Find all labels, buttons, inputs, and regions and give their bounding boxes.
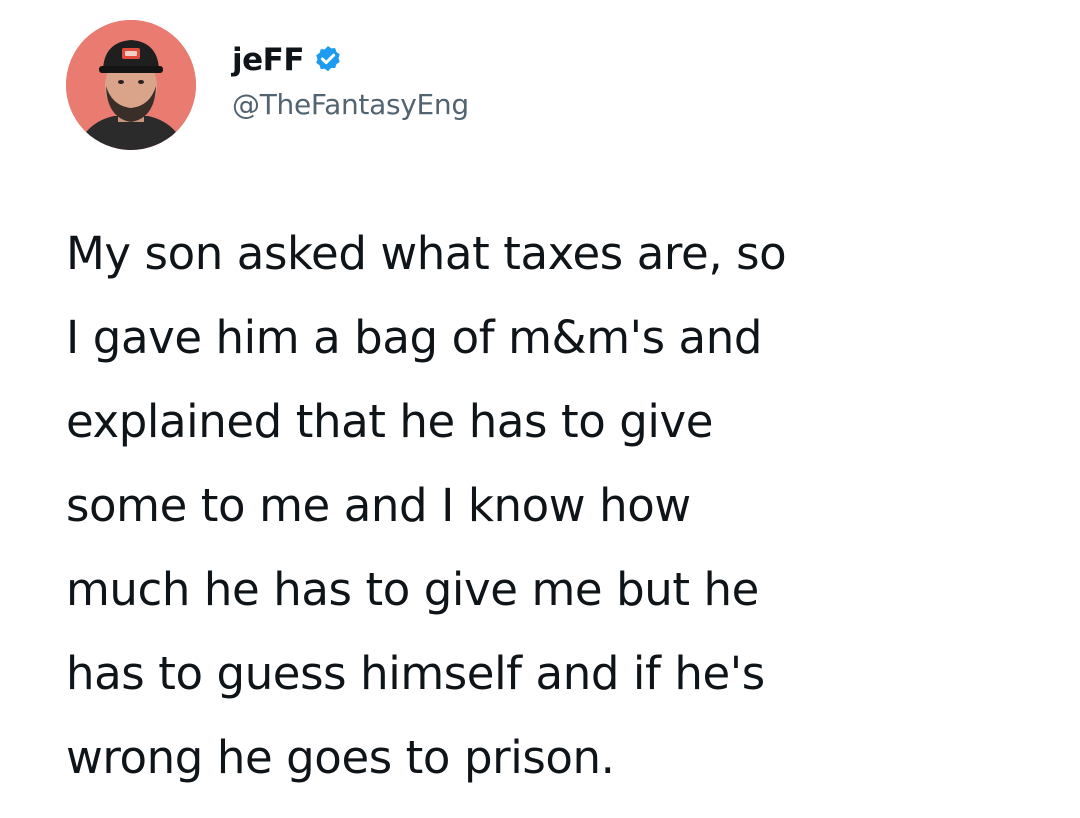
tweet-text-line: has to guess himself and if he's bbox=[66, 647, 765, 700]
tweet-text-line: wrong he goes to prison. bbox=[66, 731, 615, 784]
author-handle[interactable]: @TheFantasyEng bbox=[232, 88, 469, 121]
tweet-text: My son asked what taxes are, so I gave h… bbox=[66, 212, 1056, 800]
avatar-photo bbox=[66, 20, 196, 150]
tweet-text-line: explained that he has to give bbox=[66, 395, 714, 448]
tweet-text-line: much he has to give me but he bbox=[66, 563, 759, 616]
author-avatar[interactable] bbox=[66, 20, 196, 150]
tweet-text-line: some to me and I know how bbox=[66, 479, 691, 532]
author-info: jeFF @TheFantasyEng bbox=[232, 40, 469, 121]
author-name-row: jeFF bbox=[232, 40, 469, 80]
tweet-text-line: I gave him a bag of m&m's and bbox=[66, 311, 763, 364]
verified-badge-icon bbox=[312, 44, 344, 76]
author-display-name[interactable]: jeFF bbox=[232, 42, 305, 78]
tweet-card: jeFF @TheFantasyEng My son asked what ta… bbox=[0, 0, 1080, 818]
tweet-text-line: My son asked what taxes are, so bbox=[66, 227, 787, 280]
